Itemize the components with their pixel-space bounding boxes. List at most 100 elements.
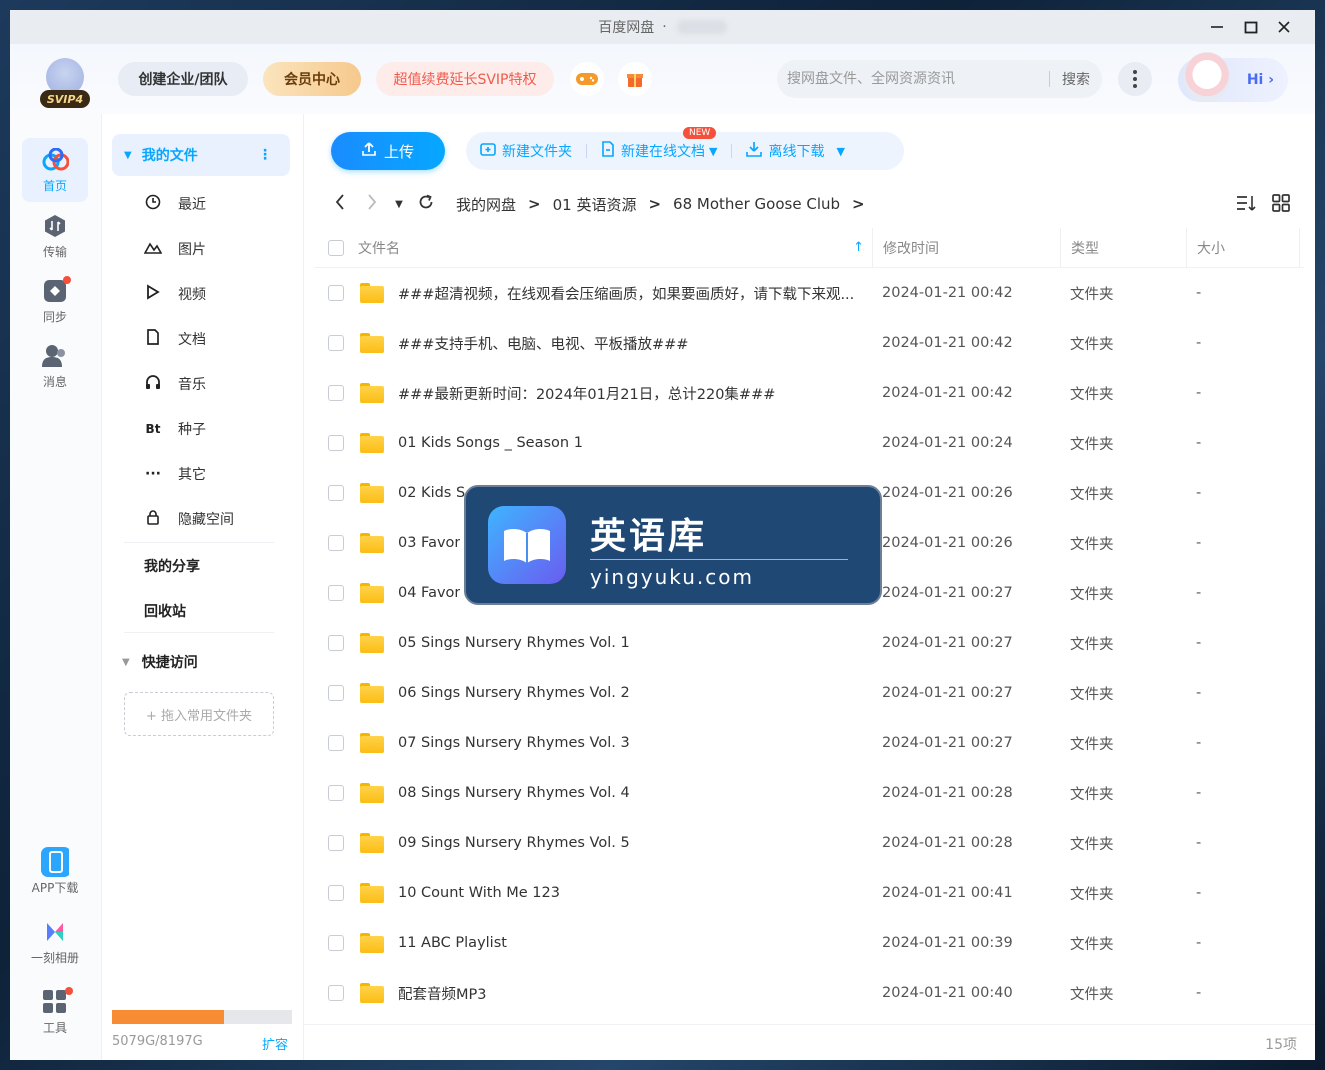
row-checkbox[interactable] xyxy=(328,685,344,701)
table-row[interactable]: ###支持手机、电脑、电视、平板播放### 2024-01-21 00:42 文件夹… xyxy=(314,318,1304,368)
table-row[interactable]: 08 Sings Nursery Rhymes Vol. 4 2024-01-21… xyxy=(314,768,1304,818)
row-checkbox[interactable] xyxy=(328,835,344,851)
row-checkbox[interactable] xyxy=(328,485,344,501)
file-name-cell[interactable]: ###超清视频，在线观看会压缩画质，如果要画质好，请下载下来观... xyxy=(358,283,872,304)
file-name[interactable]: ###最新更新时间：2024年01月21日，总计220集### xyxy=(398,383,775,404)
nav-item-music[interactable]: 音乐 xyxy=(142,364,282,404)
row-checkbox[interactable] xyxy=(328,885,344,901)
column-type[interactable]: 类型 xyxy=(1060,227,1186,268)
refresh-button[interactable] xyxy=(410,194,442,214)
rail-item-sync[interactable]: 同步 xyxy=(22,269,88,333)
row-checkbox[interactable] xyxy=(328,585,344,601)
file-name-cell[interactable]: 01 Kids Songs _ Season 1 xyxy=(358,433,872,453)
file-name[interactable]: ###支持手机、电脑、电视、平板播放### xyxy=(398,333,688,354)
nav-item-hidden-space[interactable]: 隐藏空间 xyxy=(142,499,282,539)
offline-download-button[interactable]: 离线下载 ▼ xyxy=(732,141,858,161)
nav-item-images[interactable]: 图片 xyxy=(142,229,282,269)
table-row[interactable]: 11 ABC Playlist 2024-01-21 00:39 文件夹 - xyxy=(314,918,1304,968)
new-folder-button[interactable]: 新建文件夹 xyxy=(466,141,586,161)
assistant-button[interactable]: Hi › xyxy=(1178,52,1288,102)
minimize-button[interactable] xyxy=(1200,10,1234,44)
history-dropdown-icon[interactable]: ▼ xyxy=(388,199,410,210)
file-name[interactable]: 02 Kids S xyxy=(398,485,465,501)
upload-button[interactable]: 上传 xyxy=(331,132,445,170)
back-button[interactable] xyxy=(324,194,356,214)
drop-favorite-folder-zone[interactable]: + 拖入常用文件夹 xyxy=(124,692,274,736)
nav-my-files[interactable]: ▼ 我的文件 ⋮ xyxy=(112,134,290,176)
file-name-cell[interactable]: 10 Count With Me 123 xyxy=(358,883,872,903)
file-name[interactable]: 07 Sings Nursery Rhymes Vol. 3 xyxy=(398,735,630,751)
row-checkbox[interactable] xyxy=(328,735,344,751)
row-checkbox[interactable] xyxy=(328,385,344,401)
breadcrumb-item[interactable]: 我的网盘 xyxy=(456,194,516,215)
breadcrumb-item[interactable]: 01 英语资源 xyxy=(553,194,637,215)
nav-item-videos[interactable]: 视频 xyxy=(142,274,282,314)
nav-item-others[interactable]: ··· 其它 xyxy=(142,454,282,494)
row-checkbox[interactable] xyxy=(328,635,344,651)
my-files-more-icon[interactable]: ⋮ xyxy=(258,147,272,163)
rail-item-message[interactable]: 消息 xyxy=(22,334,88,398)
file-name[interactable]: 08 Sings Nursery Rhymes Vol. 4 xyxy=(398,785,630,801)
new-online-doc-button[interactable]: 新建在线文档 ▼ NEW xyxy=(587,127,731,161)
file-name-cell[interactable]: ###最新更新时间：2024年01月21日，总计220集### xyxy=(358,383,872,404)
file-name[interactable]: 11 ABC Playlist xyxy=(398,935,507,951)
file-name[interactable]: ###超清视频，在线观看会压缩画质，如果要画质好，请下载下来观... xyxy=(398,283,854,304)
table-row[interactable]: 10 Count With Me 123 2024-01-21 00:41 文件夹 - xyxy=(314,868,1304,918)
file-name-cell[interactable]: 07 Sings Nursery Rhymes Vol. 3 xyxy=(358,733,872,753)
column-size[interactable]: 大小 xyxy=(1186,227,1300,268)
file-name-cell[interactable]: 06 Sings Nursery Rhymes Vol. 2 xyxy=(358,683,872,703)
file-name[interactable]: 05 Sings Nursery Rhymes Vol. 1 xyxy=(398,635,630,651)
select-all-checkbox[interactable] xyxy=(328,239,344,256)
quick-access-header[interactable]: ▼ 快捷访问 xyxy=(122,652,198,672)
table-row[interactable]: ###最新更新时间：2024年01月21日，总计220集### 2024-01-2… xyxy=(314,368,1304,418)
create-team-button[interactable]: 创建企业/团队 xyxy=(118,62,248,96)
table-row[interactable]: 06 Sings Nursery Rhymes Vol. 2 2024-01-21… xyxy=(314,668,1304,718)
gift-button[interactable] xyxy=(618,62,652,96)
row-checkbox[interactable] xyxy=(328,535,344,551)
rail-item-tools[interactable]: 工具 xyxy=(22,980,88,1044)
row-checkbox[interactable] xyxy=(328,785,344,801)
nav-recycle-bin[interactable]: 回收站 xyxy=(144,601,186,621)
rail-item-transfer[interactable]: 传输 xyxy=(22,204,88,268)
svip-renew-button[interactable]: 超值续费延长SVIP特权 xyxy=(376,62,554,96)
file-name[interactable]: 03 Favor xyxy=(398,535,460,551)
row-checkbox[interactable] xyxy=(328,985,344,1001)
search-input[interactable] xyxy=(777,60,1049,98)
maximize-button[interactable] xyxy=(1234,10,1268,44)
game-button[interactable] xyxy=(570,62,604,96)
search-button[interactable]: 搜索 xyxy=(1050,69,1102,89)
nav-item-documents[interactable]: 文档 xyxy=(142,319,282,359)
table-row[interactable]: 配套音频MP3 2024-01-21 00:40 文件夹 - xyxy=(314,968,1304,1018)
file-name-cell[interactable]: 08 Sings Nursery Rhymes Vol. 4 xyxy=(358,783,872,803)
file-name[interactable]: 09 Sings Nursery Rhymes Vol. 5 xyxy=(398,835,630,851)
rail-item-album[interactable]: 一刻相册 xyxy=(22,910,88,974)
column-name[interactable]: 文件名 ↑ xyxy=(358,238,872,258)
file-name[interactable]: 配套音频MP3 xyxy=(398,983,486,1004)
file-name-cell[interactable]: ###支持手机、电脑、电视、平板播放### xyxy=(358,333,872,354)
table-row[interactable]: 09 Sings Nursery Rhymes Vol. 5 2024-01-21… xyxy=(314,818,1304,868)
table-row[interactable]: ###超清视频，在线观看会压缩画质，如果要画质好，请下载下来观... 2024-0… xyxy=(314,268,1304,318)
file-name[interactable]: 10 Count With Me 123 xyxy=(398,885,560,901)
row-checkbox[interactable] xyxy=(328,935,344,951)
file-name-cell[interactable]: 05 Sings Nursery Rhymes Vol. 1 xyxy=(358,633,872,653)
row-checkbox[interactable] xyxy=(328,335,344,351)
breadcrumb-item[interactable]: 68 Mother Goose Club xyxy=(673,195,840,213)
file-name[interactable]: 01 Kids Songs _ Season 1 xyxy=(398,435,583,451)
sort-button[interactable] xyxy=(1236,194,1256,217)
nav-my-share[interactable]: 我的分享 xyxy=(144,556,200,576)
grid-view-button[interactable] xyxy=(1272,194,1290,217)
rail-item-home[interactable]: 首页 xyxy=(22,138,88,202)
row-checkbox[interactable] xyxy=(328,285,344,301)
table-row[interactable]: 07 Sings Nursery Rhymes Vol. 3 2024-01-21… xyxy=(314,718,1304,768)
avatar[interactable]: SVIP4 xyxy=(38,58,94,108)
forward-button[interactable] xyxy=(356,194,388,214)
table-row[interactable]: 05 Sings Nursery Rhymes Vol. 1 2024-01-21… xyxy=(314,618,1304,668)
file-name-cell[interactable]: 配套音频MP3 xyxy=(358,983,872,1004)
file-name[interactable]: 06 Sings Nursery Rhymes Vol. 2 xyxy=(398,685,630,701)
vip-center-button[interactable]: 会员中心 xyxy=(263,62,361,96)
expand-storage-link[interactable]: 扩容 xyxy=(262,1034,288,1053)
column-modified-time[interactable]: 修改时间 xyxy=(872,227,1060,268)
table-row[interactable]: 01 Kids Songs _ Season 1 2024-01-21 00:24… xyxy=(314,418,1304,468)
nav-item-torrents[interactable]: Bt 种子 xyxy=(142,409,282,449)
nav-item-recent[interactable]: 最近 xyxy=(142,184,282,224)
